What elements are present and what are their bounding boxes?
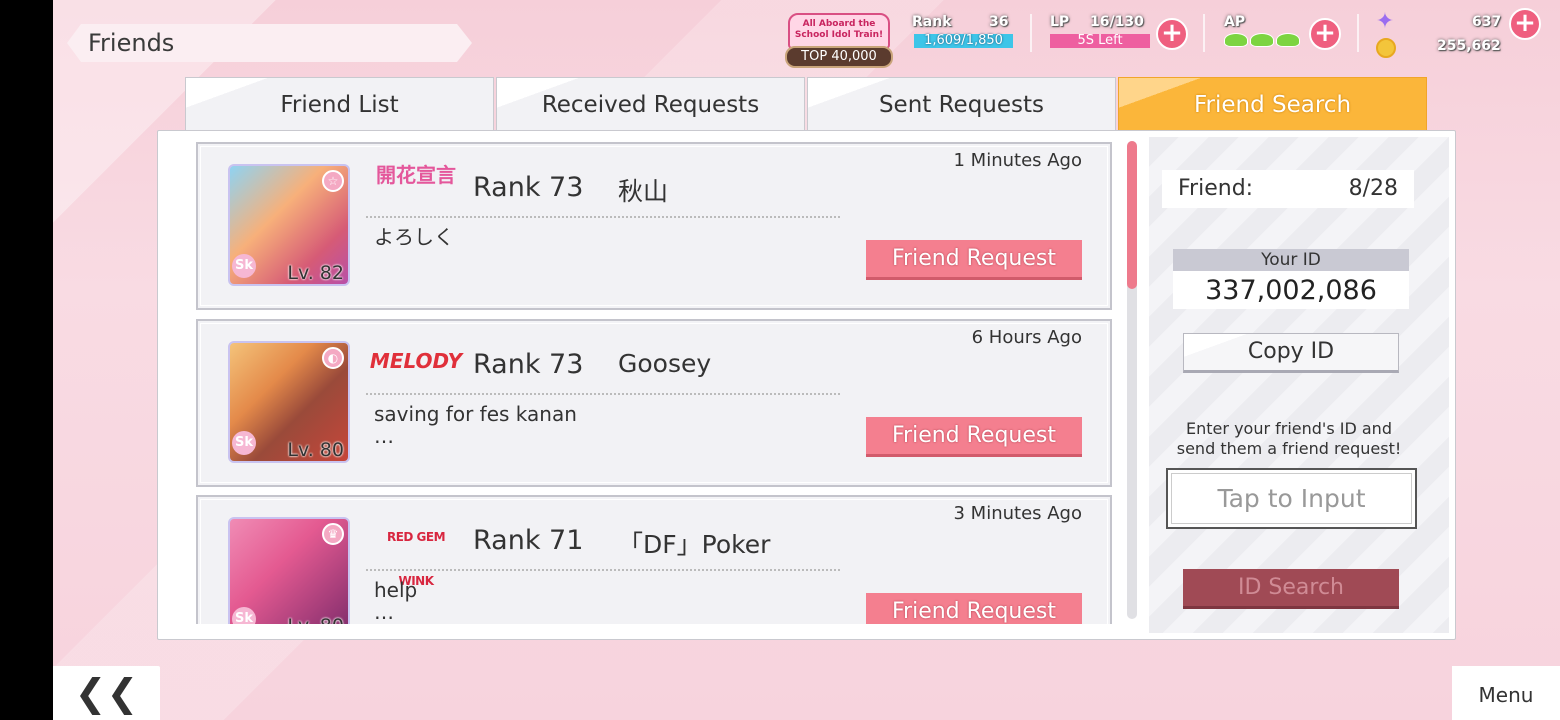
id-search-button[interactable]: ID Search <box>1183 569 1399 609</box>
gold-coin-icon <box>1376 38 1396 58</box>
ap-icon <box>1250 33 1274 47</box>
attribute-icon: ◐ <box>322 347 344 369</box>
attribute-icon: ♛ <box>322 523 344 545</box>
card-level: Lv. 80 <box>287 615 344 624</box>
friend-search-list[interactable]: ☆ Sk Lv. 82 開花宣言 Rank 73 秋山 よろしく 1 Minut… <box>191 140 1115 624</box>
last-login-time: 1 Minutes Ago <box>953 150 1082 171</box>
comment-line: help <box>374 578 418 602</box>
tab-received-requests[interactable]: Received Requests <box>496 77 805 131</box>
list-item: ◐ Sk Lv. 80 MELODY Rank 73 Goosey saving… <box>196 319 1112 487</box>
player-name: 「DF」Poker <box>618 530 771 559</box>
player-comment: saving for fes kanan … <box>374 403 577 447</box>
group-logo-text: 開花宣言 <box>376 163 456 187</box>
comment-line: saving for fes kanan <box>374 402 577 426</box>
friend-count-box: Friend: 8/28 <box>1162 170 1414 208</box>
add-ap-button[interactable]: + <box>1309 18 1341 50</box>
comment-line: … <box>374 424 394 448</box>
skill-badge: Sk <box>232 431 256 455</box>
avatar[interactable]: ♛ Sk Lv. 80 <box>228 517 350 624</box>
avatar[interactable]: ◐ Sk Lv. 80 <box>228 341 350 463</box>
event-rank-label: TOP 40,000 <box>785 46 893 68</box>
search-hint-line: Enter your friend's ID and <box>1186 419 1392 438</box>
player-name: Goosey <box>618 349 712 378</box>
tab-friend-list[interactable]: Friend List <box>185 77 494 131</box>
skill-badge: Sk <box>232 607 256 624</box>
page-title: Friends <box>88 29 175 57</box>
player-comment: よろしく <box>374 226 454 248</box>
add-lp-button[interactable]: + <box>1156 18 1188 50</box>
card-level: Lv. 82 <box>287 262 344 284</box>
player-rank: Rank 73 <box>473 349 584 380</box>
player-rank: Rank 71 <box>473 525 584 556</box>
back-button[interactable]: ❮❮ <box>53 666 160 720</box>
divider <box>366 393 840 395</box>
your-id-value: 337,002,086 <box>1173 271 1409 309</box>
attribute-icon: ☆ <box>322 170 344 192</box>
comment-line: … <box>374 600 394 624</box>
search-hint-line: send them a friend request! <box>1176 439 1402 458</box>
header-divider <box>1357 14 1359 52</box>
lp-timer-bar: 5S Left <box>1050 34 1150 48</box>
rank-exp-bar: 1,609/1,850 <box>914 34 1013 48</box>
friends-screen: Friends All Aboard the School Idol Train… <box>53 0 1560 720</box>
add-gems-button[interactable]: + <box>1509 8 1541 40</box>
divider <box>366 216 840 218</box>
lp-label: LP <box>1050 14 1070 30</box>
header-divider <box>1030 14 1032 52</box>
copy-id-button[interactable]: Copy ID <box>1183 333 1399 373</box>
search-hint: Enter your friend's ID and send them a f… <box>1163 419 1415 459</box>
scrollbar-thumb[interactable] <box>1127 141 1137 289</box>
ap-label: AP <box>1224 14 1246 30</box>
player-rank: Rank 73 <box>473 172 584 203</box>
tab-sent-requests[interactable]: Sent Requests <box>807 77 1116 131</box>
avatar[interactable]: ☆ Sk Lv. 82 <box>228 164 350 286</box>
group-logo: MELODY <box>368 339 464 385</box>
event-badge[interactable]: All Aboard the School Idol Train! TOP 40… <box>785 10 893 70</box>
last-login-time: 3 Minutes Ago <box>953 503 1082 524</box>
love-gem-icon: ✦ <box>1375 9 1395 34</box>
rank-value: 36 <box>989 14 1009 30</box>
ap-icon <box>1276 33 1300 47</box>
skill-badge: Sk <box>232 254 256 278</box>
list-scrollbar[interactable] <box>1127 141 1137 619</box>
ap-icon <box>1224 33 1248 47</box>
lp-value: 16/130 <box>1090 14 1144 30</box>
header-divider <box>1203 14 1205 52</box>
group-logo: 開花宣言 <box>368 162 464 208</box>
list-item: ☆ Sk Lv. 82 開花宣言 Rank 73 秋山 よろしく 1 Minut… <box>196 142 1112 310</box>
group-logo-text: MELODY <box>369 349 463 373</box>
player-comment: help … <box>374 579 417 623</box>
player-name: 秋山 <box>618 177 669 206</box>
friend-count-value: 8/28 <box>1348 176 1398 201</box>
card-level: Lv. 80 <box>287 439 344 461</box>
event-title-line2: School Idol Train! <box>794 30 884 40</box>
friend-id-input[interactable]: Tap to Input <box>1166 468 1417 529</box>
comment-line: よろしく <box>374 225 454 249</box>
list-item: ♛ Sk Lv. 80 RED GEM WINK Rank 71 「DF」Pok… <box>196 495 1112 624</box>
ap-icon-row <box>1224 32 1304 50</box>
coin-count: 255,662 <box>1437 38 1501 54</box>
divider <box>366 569 840 571</box>
rank-label: Rank <box>912 14 952 30</box>
friend-request-button[interactable]: Friend Request <box>866 593 1082 624</box>
gem-count: 637 <box>1472 14 1502 30</box>
your-id-label: Your ID <box>1173 249 1409 271</box>
last-login-time: 6 Hours Ago <box>971 327 1082 348</box>
menu-button[interactable]: Menu <box>1452 666 1560 720</box>
search-sidebar <box>1149 137 1449 633</box>
friend-request-button[interactable]: Friend Request <box>866 417 1082 457</box>
friend-request-button[interactable]: Friend Request <box>866 240 1082 280</box>
tab-friend-search[interactable]: Friend Search <box>1118 77 1427 131</box>
friend-count-label: Friend: <box>1178 176 1254 201</box>
page-title-banner: Friends <box>67 24 472 62</box>
event-title: All Aboard the School Idol Train! <box>788 13 890 49</box>
group-logo: RED GEM WINK <box>368 515 464 588</box>
event-title-line1: All Aboard the <box>802 19 876 29</box>
